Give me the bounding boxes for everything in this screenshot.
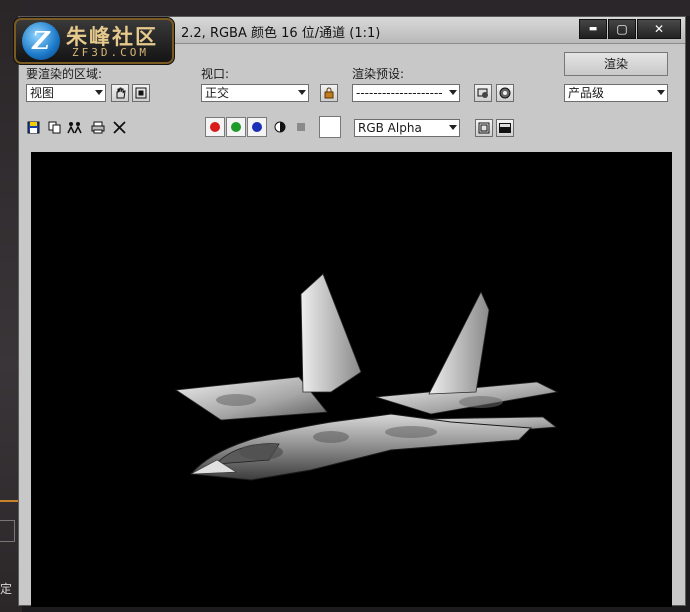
- window-title: 2.2, RGBA 颜色 16 位/通道 (1:1): [181, 26, 381, 41]
- clone-icon: [67, 121, 82, 133]
- color-swatch[interactable]: [319, 116, 341, 138]
- rendered-jet-image: [174, 273, 559, 481]
- clear-icon: [112, 120, 126, 134]
- save-image-button[interactable]: [25, 119, 41, 135]
- channel-display-select[interactable]: RGB Alpha: [354, 119, 460, 137]
- background-label: 定: [0, 582, 13, 596]
- alpha-icon: [274, 121, 286, 133]
- print-image-button[interactable]: [90, 119, 106, 135]
- quality-select-value: 产品级: [568, 86, 605, 100]
- channel-display-value: RGB Alpha: [358, 121, 422, 135]
- render-setup-button[interactable]: [474, 84, 492, 102]
- clear-image-button[interactable]: [111, 119, 127, 135]
- lock-viewport-button[interactable]: [320, 84, 338, 102]
- hand-icon: [116, 87, 126, 99]
- render-button[interactable]: 渲染: [564, 52, 668, 76]
- chevron-down-icon: [449, 90, 457, 95]
- auto-region-button[interactable]: [132, 84, 150, 102]
- copy-icon: [48, 121, 60, 133]
- chevron-down-icon: [298, 90, 306, 95]
- render-setup-icon: [477, 88, 488, 98]
- rendered-frame-window: 2.2, RGBA 颜色 16 位/通道 (1:1) ▬ ▢ ✕ Z 朱峰社区 …: [13, 16, 686, 607]
- chevron-down-icon: [449, 125, 457, 130]
- toggle-ui-button[interactable]: [496, 119, 514, 137]
- minimize-icon: ▬: [588, 24, 598, 34]
- environment-button[interactable]: [496, 84, 514, 102]
- chevron-down-icon: [95, 90, 103, 95]
- region-icon: [135, 87, 147, 99]
- preset-select[interactable]: --------------------: [352, 84, 460, 102]
- blue-channel-toggle[interactable]: [247, 117, 267, 137]
- display-icon: [499, 123, 511, 133]
- copy-image-button[interactable]: [46, 119, 62, 135]
- window-controls: ▬ ▢ ✕: [578, 19, 681, 39]
- toggle-overlay-button[interactable]: [475, 119, 493, 137]
- background-top: [0, 0, 690, 16]
- environment-icon: [499, 87, 511, 99]
- background-panel-edge: [0, 520, 15, 542]
- minimize-button[interactable]: ▬: [579, 19, 607, 39]
- close-icon: ✕: [653, 22, 665, 36]
- clone-window-button[interactable]: [67, 119, 83, 135]
- frame-icon: [478, 122, 490, 134]
- red-channel-toggle[interactable]: [205, 117, 225, 137]
- quality-select[interactable]: 产品级: [564, 84, 668, 102]
- edit-region-button[interactable]: [111, 84, 129, 102]
- logo-emblem: Z: [22, 22, 60, 60]
- alpha-channel-toggle[interactable]: [272, 119, 288, 135]
- render-viewport[interactable]: [31, 152, 672, 607]
- viewport-label: 视口:: [201, 67, 230, 81]
- area-select[interactable]: 视图: [26, 84, 106, 102]
- red-channel-icon: [210, 122, 220, 132]
- green-channel-toggle[interactable]: [226, 117, 246, 137]
- chevron-down-icon: [657, 90, 665, 95]
- maximize-icon: ▢: [616, 22, 628, 36]
- preset-select-value: --------------------: [356, 86, 443, 100]
- maximize-button[interactable]: ▢: [608, 19, 636, 39]
- save-icon: [27, 121, 39, 133]
- monochrome-toggle[interactable]: [293, 119, 309, 135]
- site-logo: Z 朱峰社区 ZF3D.COM: [13, 17, 175, 65]
- preset-label: 渲染预设:: [352, 67, 405, 81]
- lock-icon: [324, 87, 334, 99]
- green-channel-icon: [231, 122, 241, 132]
- blue-channel-icon: [252, 122, 262, 132]
- viewport-select-value: 正交: [205, 86, 230, 100]
- logo-subtitle: ZF3D.COM: [72, 46, 149, 59]
- mono-icon: [297, 123, 305, 131]
- area-select-value: 视图: [30, 86, 55, 100]
- print-icon: [91, 121, 105, 133]
- area-label: 要渲染的区域:: [26, 67, 103, 81]
- viewport-select[interactable]: 正交: [201, 84, 309, 102]
- close-button[interactable]: ✕: [637, 19, 681, 39]
- background-accent-line: [0, 500, 20, 502]
